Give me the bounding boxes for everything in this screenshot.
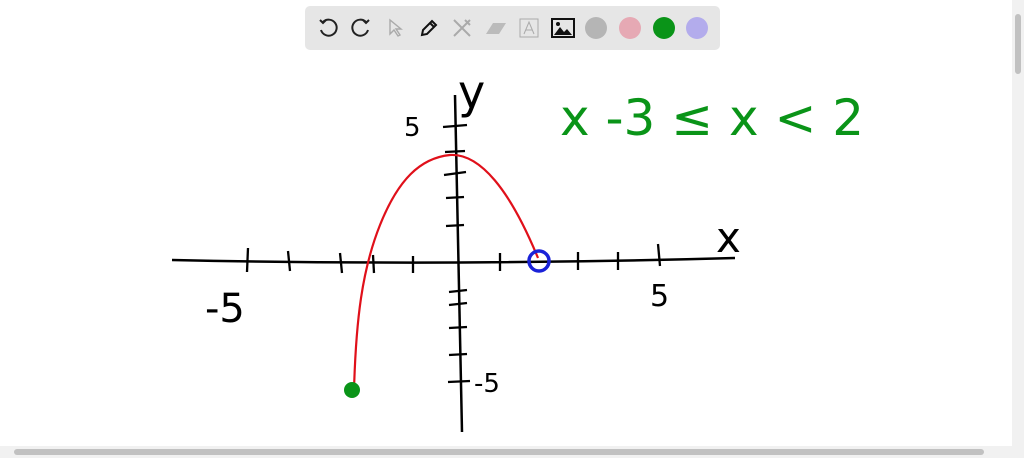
x-axis xyxy=(171,256,736,264)
image-icon xyxy=(550,18,575,38)
color-gray[interactable] xyxy=(583,15,609,41)
x-tick-label-5: 5 xyxy=(650,279,669,314)
image-tool[interactable] xyxy=(550,15,576,41)
closed-endpoint xyxy=(344,382,360,398)
color-green[interactable] xyxy=(651,15,677,41)
vertical-scroll-thumb[interactable] xyxy=(1015,14,1021,74)
domain-annotation: x -3 ≤ x < 2 xyxy=(560,89,864,147)
tools-button[interactable] xyxy=(449,15,475,41)
text-tool[interactable] xyxy=(516,15,542,41)
redo-icon xyxy=(351,18,371,37)
y-tick-label-5: 5 xyxy=(404,113,421,143)
text-icon xyxy=(519,18,539,38)
pen-tool[interactable] xyxy=(416,15,442,41)
whiteboard-canvas[interactable]: y x 5 -5 -5 5 x -3 ≤ x < 2 xyxy=(0,0,1012,446)
color-lavender[interactable] xyxy=(684,15,710,41)
y-tick-label-neg5: -5 xyxy=(474,369,500,399)
tools-icon xyxy=(453,19,471,37)
x-axis-label: x xyxy=(716,213,741,262)
pen-icon xyxy=(420,19,437,37)
undo-button[interactable] xyxy=(315,15,341,41)
vertical-scrollbar[interactable] xyxy=(1012,0,1024,446)
y-axis-label: y xyxy=(458,65,485,119)
eraser-icon xyxy=(485,23,506,34)
select-tool[interactable] xyxy=(382,15,408,41)
horizontal-scroll-thumb[interactable] xyxy=(14,449,984,455)
horizontal-scrollbar[interactable] xyxy=(0,446,1024,458)
select-icon xyxy=(389,18,403,37)
undo-icon xyxy=(319,18,338,37)
parabola-curve xyxy=(352,153,540,391)
x-tick-label-neg5: -5 xyxy=(205,286,245,332)
redo-button[interactable] xyxy=(348,15,374,41)
color-pink[interactable] xyxy=(617,15,643,41)
drawing-toolbar xyxy=(305,6,720,50)
eraser-tool[interactable] xyxy=(483,15,509,41)
x-ticks xyxy=(245,243,662,274)
